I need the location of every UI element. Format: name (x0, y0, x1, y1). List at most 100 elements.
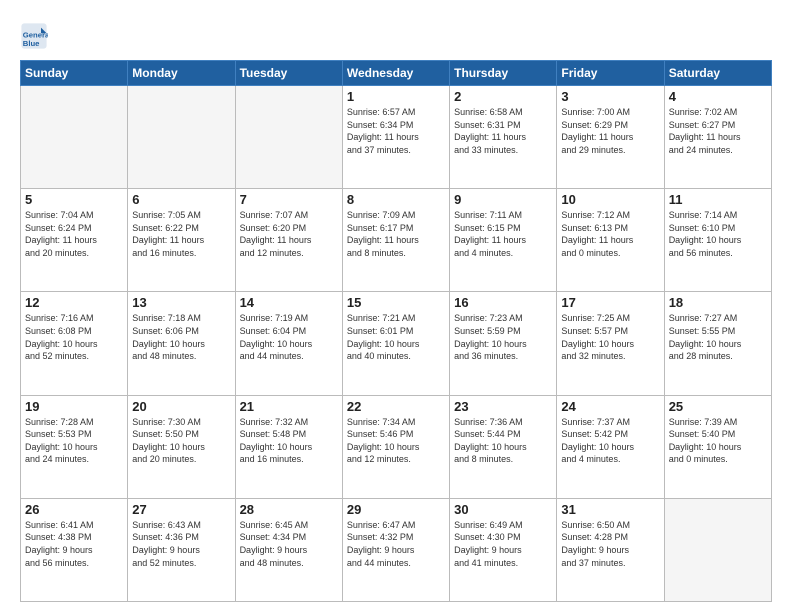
cell-info: Sunrise: 7:07 AM Sunset: 6:20 PM Dayligh… (240, 209, 338, 259)
cell-day-number: 1 (347, 89, 445, 104)
header: General Blue (20, 18, 772, 50)
calendar-cell: 7 Sunrise: 7:07 AM Sunset: 6:20 PM Daylig… (235, 189, 342, 292)
calendar-header-thursday: Thursday (450, 61, 557, 86)
cell-day-number: 17 (561, 295, 659, 310)
cell-info: Sunrise: 7:16 AM Sunset: 6:08 PM Dayligh… (25, 312, 123, 362)
cell-info: Sunrise: 7:28 AM Sunset: 5:53 PM Dayligh… (25, 416, 123, 466)
calendar-cell: 1 Sunrise: 6:57 AM Sunset: 6:34 PM Daylig… (342, 86, 449, 189)
calendar-cell (21, 86, 128, 189)
cell-day-number: 16 (454, 295, 552, 310)
cell-day-number: 27 (132, 502, 230, 517)
calendar-cell: 20 Sunrise: 7:30 AM Sunset: 5:50 PM Dayli… (128, 395, 235, 498)
calendar-cell: 21Sunrise: 7:32 AM Sunset: 5:48 PM Dayli… (235, 395, 342, 498)
cell-day-number: 28 (240, 502, 338, 517)
cell-day-number: 3 (561, 89, 659, 104)
cell-info: Sunrise: 6:45 AM Sunset: 4:34 PM Dayligh… (240, 519, 338, 569)
calendar-header-friday: Friday (557, 61, 664, 86)
cell-info: Sunrise: 7:37 AM Sunset: 5:42 PM Dayligh… (561, 416, 659, 466)
cell-day-number: 29 (347, 502, 445, 517)
cell-info: Sunrise: 7:18 AM Sunset: 6:06 PM Dayligh… (132, 312, 230, 362)
cell-day-number: 9 (454, 192, 552, 207)
calendar-header-monday: Monday (128, 61, 235, 86)
calendar-week-2: 12Sunrise: 7:16 AM Sunset: 6:08 PM Dayli… (21, 292, 772, 395)
cell-info: Sunrise: 7:02 AM Sunset: 6:27 PM Dayligh… (669, 106, 767, 156)
cell-info: Sunrise: 6:50 AM Sunset: 4:28 PM Dayligh… (561, 519, 659, 569)
calendar-cell: 18 Sunrise: 7:27 AM Sunset: 5:55 PM Dayli… (664, 292, 771, 395)
calendar-cell: 22 Sunrise: 7:34 AM Sunset: 5:46 PM Dayli… (342, 395, 449, 498)
page: General Blue SundayMondayTuesdayWednesda… (0, 0, 792, 612)
cell-info: Sunrise: 7:34 AM Sunset: 5:46 PM Dayligh… (347, 416, 445, 466)
calendar-table: SundayMondayTuesdayWednesdayThursdayFrid… (20, 60, 772, 602)
cell-day-number: 30 (454, 502, 552, 517)
calendar-cell: 2 Sunrise: 6:58 AM Sunset: 6:31 PM Daylig… (450, 86, 557, 189)
cell-day-number: 5 (25, 192, 123, 207)
cell-info: Sunrise: 7:36 AM Sunset: 5:44 PM Dayligh… (454, 416, 552, 466)
calendar-cell: 5 Sunrise: 7:04 AM Sunset: 6:24 PM Daylig… (21, 189, 128, 292)
calendar-cell: 31 Sunrise: 6:50 AM Sunset: 4:28 PM Dayli… (557, 498, 664, 601)
calendar-cell: 13Sunrise: 7:18 AM Sunset: 6:06 PM Dayli… (128, 292, 235, 395)
calendar-header-wednesday: Wednesday (342, 61, 449, 86)
cell-day-number: 31 (561, 502, 659, 517)
calendar-header-saturday: Saturday (664, 61, 771, 86)
calendar-cell (664, 498, 771, 601)
calendar-cell: 19 Sunrise: 7:28 AM Sunset: 5:53 PM Dayli… (21, 395, 128, 498)
cell-info: Sunrise: 7:25 AM Sunset: 5:57 PM Dayligh… (561, 312, 659, 362)
cell-day-number: 10 (561, 192, 659, 207)
cell-info: Sunrise: 7:04 AM Sunset: 6:24 PM Dayligh… (25, 209, 123, 259)
cell-day-number: 24 (561, 399, 659, 414)
logo: General Blue (20, 22, 52, 50)
svg-text:Blue: Blue (23, 39, 40, 48)
cell-day-number: 22 (347, 399, 445, 414)
cell-day-number: 6 (132, 192, 230, 207)
cell-info: Sunrise: 7:27 AM Sunset: 5:55 PM Dayligh… (669, 312, 767, 362)
calendar-week-0: 1 Sunrise: 6:57 AM Sunset: 6:34 PM Daylig… (21, 86, 772, 189)
calendar-cell: 16 Sunrise: 7:23 AM Sunset: 5:59 PM Dayli… (450, 292, 557, 395)
cell-day-number: 23 (454, 399, 552, 414)
cell-day-number: 19 (25, 399, 123, 414)
calendar-cell: 15Sunrise: 7:21 AM Sunset: 6:01 PM Dayli… (342, 292, 449, 395)
calendar-cell: 28 Sunrise: 6:45 AM Sunset: 4:34 PM Dayli… (235, 498, 342, 601)
cell-info: Sunrise: 7:05 AM Sunset: 6:22 PM Dayligh… (132, 209, 230, 259)
calendar-week-4: 26 Sunrise: 6:41 AM Sunset: 4:38 PM Dayli… (21, 498, 772, 601)
cell-day-number: 15 (347, 295, 445, 310)
cell-day-number: 4 (669, 89, 767, 104)
calendar-header-sunday: Sunday (21, 61, 128, 86)
cell-info: Sunrise: 7:23 AM Sunset: 5:59 PM Dayligh… (454, 312, 552, 362)
cell-day-number: 2 (454, 89, 552, 104)
cell-info: Sunrise: 7:14 AM Sunset: 6:10 PM Dayligh… (669, 209, 767, 259)
cell-day-number: 8 (347, 192, 445, 207)
calendar-cell: 3 Sunrise: 7:00 AM Sunset: 6:29 PM Daylig… (557, 86, 664, 189)
calendar-cell: 26 Sunrise: 6:41 AM Sunset: 4:38 PM Dayli… (21, 498, 128, 601)
cell-info: Sunrise: 6:57 AM Sunset: 6:34 PM Dayligh… (347, 106, 445, 156)
cell-info: Sunrise: 7:00 AM Sunset: 6:29 PM Dayligh… (561, 106, 659, 156)
cell-info: Sunrise: 7:30 AM Sunset: 5:50 PM Dayligh… (132, 416, 230, 466)
cell-day-number: 18 (669, 295, 767, 310)
cell-day-number: 7 (240, 192, 338, 207)
cell-info: Sunrise: 6:47 AM Sunset: 4:32 PM Dayligh… (347, 519, 445, 569)
calendar-header-row: SundayMondayTuesdayWednesdayThursdayFrid… (21, 61, 772, 86)
calendar-cell (235, 86, 342, 189)
cell-info: Sunrise: 6:41 AM Sunset: 4:38 PM Dayligh… (25, 519, 123, 569)
cell-day-number: 26 (25, 502, 123, 517)
calendar-cell: 12Sunrise: 7:16 AM Sunset: 6:08 PM Dayli… (21, 292, 128, 395)
cell-info: Sunrise: 6:58 AM Sunset: 6:31 PM Dayligh… (454, 106, 552, 156)
calendar-cell: 30 Sunrise: 6:49 AM Sunset: 4:30 PM Dayli… (450, 498, 557, 601)
cell-day-number: 11 (669, 192, 767, 207)
cell-info: Sunrise: 7:39 AM Sunset: 5:40 PM Dayligh… (669, 416, 767, 466)
cell-info: Sunrise: 7:09 AM Sunset: 6:17 PM Dayligh… (347, 209, 445, 259)
calendar-week-1: 5 Sunrise: 7:04 AM Sunset: 6:24 PM Daylig… (21, 189, 772, 292)
calendar-cell (128, 86, 235, 189)
cell-day-number: 21 (240, 399, 338, 414)
calendar-cell: 23 Sunrise: 7:36 AM Sunset: 5:44 PM Dayli… (450, 395, 557, 498)
calendar-cell: 24 Sunrise: 7:37 AM Sunset: 5:42 PM Dayli… (557, 395, 664, 498)
calendar-cell: 29 Sunrise: 6:47 AM Sunset: 4:32 PM Dayli… (342, 498, 449, 601)
calendar-week-3: 19 Sunrise: 7:28 AM Sunset: 5:53 PM Dayli… (21, 395, 772, 498)
cell-day-number: 25 (669, 399, 767, 414)
cell-info: Sunrise: 6:43 AM Sunset: 4:36 PM Dayligh… (132, 519, 230, 569)
cell-day-number: 20 (132, 399, 230, 414)
cell-info: Sunrise: 7:11 AM Sunset: 6:15 PM Dayligh… (454, 209, 552, 259)
calendar-cell: 9 Sunrise: 7:11 AM Sunset: 6:15 PM Daylig… (450, 189, 557, 292)
calendar-cell: 17 Sunrise: 7:25 AM Sunset: 5:57 PM Dayli… (557, 292, 664, 395)
calendar-cell: 8 Sunrise: 7:09 AM Sunset: 6:17 PM Daylig… (342, 189, 449, 292)
cell-info: Sunrise: 6:49 AM Sunset: 4:30 PM Dayligh… (454, 519, 552, 569)
